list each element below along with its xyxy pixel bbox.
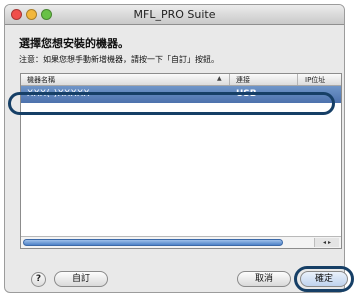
title-bar: MFL_PRO Suite	[5, 5, 344, 25]
column-divider	[229, 74, 230, 85]
table-header: 機器名稱 ▲ 連接 IP位址	[21, 74, 341, 86]
sort-ascending-icon: ▲	[217, 75, 222, 82]
horizontal-scrollbar[interactable]: ◂ ▸	[21, 236, 341, 248]
scroll-arrows-icon[interactable]: ◂ ▸	[314, 238, 339, 247]
dialog-note: 注意：如果您想手動新增機器，請按一下「自訂」按鈕。	[19, 55, 219, 64]
ok-button-callout	[294, 266, 354, 292]
column-header-machine-name[interactable]: 機器名稱	[27, 75, 55, 85]
window-title: MFL_PRO Suite	[133, 8, 216, 21]
column-header-ip-address[interactable]: IP位址	[305, 75, 325, 85]
help-button[interactable]: ?	[31, 272, 46, 287]
selected-row-callout	[8, 92, 335, 115]
scrollbar-thumb[interactable]	[23, 239, 283, 246]
column-divider	[297, 74, 298, 85]
custom-button[interactable]: 自訂	[54, 271, 108, 287]
installer-window: MFL_PRO Suite 選擇您想安裝的機器。 注意：如果您想手動新增機器，請…	[4, 4, 345, 293]
column-header-connection[interactable]: 連接	[236, 75, 250, 85]
cancel-button[interactable]: 取消	[237, 271, 291, 287]
dialog-heading: 選擇您想安裝的機器。	[19, 37, 129, 50]
